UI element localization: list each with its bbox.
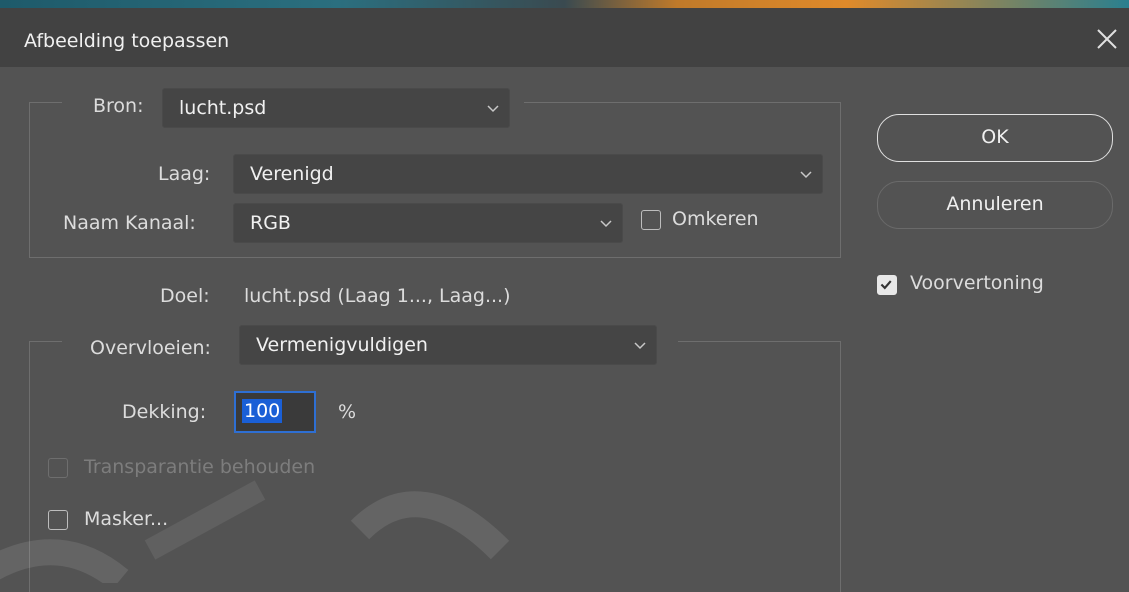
mask-label[interactable]: Masker... xyxy=(84,508,168,530)
title-bar: Afbeelding toepassen xyxy=(0,8,1129,67)
layer-select[interactable]: Verenigd xyxy=(233,154,823,194)
source-label: Bron: xyxy=(93,95,144,117)
chevron-down-icon xyxy=(634,342,646,350)
chevron-down-icon xyxy=(800,171,812,179)
opacity-unit: % xyxy=(338,401,357,423)
preserve-transparency-label: Transparantie behouden xyxy=(84,456,316,478)
background-strip xyxy=(0,0,1129,8)
blending-label: Overvloeien: xyxy=(90,337,211,359)
layer-label: Laag: xyxy=(158,163,211,185)
cancel-button[interactable]: Annuleren xyxy=(877,181,1113,229)
chevron-down-icon xyxy=(487,105,499,113)
opacity-input[interactable]: 100 xyxy=(234,391,316,433)
channel-select-value: RGB xyxy=(250,212,291,234)
layer-select-value: Verenigd xyxy=(250,163,334,185)
invert-label[interactable]: Omkeren xyxy=(672,208,759,230)
checkmark-icon xyxy=(880,280,892,290)
opacity-input-value[interactable]: 100 xyxy=(242,399,283,423)
target-label: Doel: xyxy=(160,285,210,307)
channel-label: Naam Kanaal: xyxy=(63,212,196,234)
dialog-title: Afbeelding toepassen xyxy=(24,30,230,52)
preview-label[interactable]: Voorvertoning xyxy=(910,272,1044,294)
target-value: lucht.psd (Laag 1..., Laag...) xyxy=(244,285,511,307)
preview-checkbox[interactable] xyxy=(877,275,897,295)
channel-select[interactable]: RGB xyxy=(233,203,623,243)
dialog-body: Bron: lucht.psd Laag: Verenigd Naam Kana… xyxy=(0,67,1129,592)
source-select[interactable]: lucht.psd xyxy=(162,88,510,128)
opacity-label: Dekking: xyxy=(122,401,207,423)
chevron-down-icon xyxy=(600,220,612,228)
blending-select[interactable]: Vermenigvuldigen xyxy=(239,325,657,365)
ok-button[interactable]: OK xyxy=(877,114,1113,162)
ok-button-label: OK xyxy=(981,126,1009,148)
preserve-transparency-checkbox xyxy=(48,458,68,478)
mask-checkbox[interactable] xyxy=(48,510,68,530)
close-icon[interactable] xyxy=(1094,26,1120,52)
source-select-value: lucht.psd xyxy=(179,97,267,119)
cancel-button-label: Annuleren xyxy=(946,193,1044,215)
blending-select-value: Vermenigvuldigen xyxy=(256,334,428,356)
invert-checkbox[interactable] xyxy=(641,210,661,230)
